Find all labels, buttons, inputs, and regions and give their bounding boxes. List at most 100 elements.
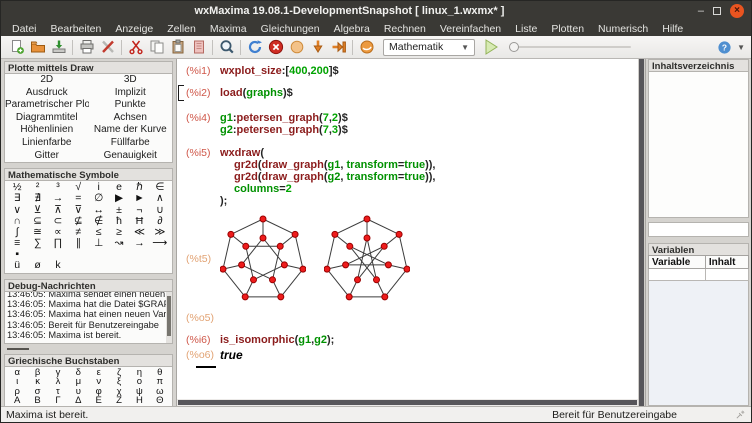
delete-icon[interactable] — [188, 38, 209, 57]
symbol-button[interactable]: ⟶ — [150, 238, 170, 249]
cell-code[interactable]: wxdraw(gr2d(draw_graph(g1, transform=tru… — [220, 147, 435, 207]
paste-icon[interactable] — [167, 38, 188, 57]
worksheet-cell[interactable]: (%o6)true — [186, 349, 638, 361]
play-icon[interactable] — [480, 38, 501, 57]
menu-item-maxima[interactable]: Maxima — [203, 23, 254, 35]
worksheet-cell[interactable]: (%i1)wxplot_size:[400,200]$ — [186, 65, 638, 77]
menu-item-vereinfachen[interactable]: Vereinfachen — [433, 23, 508, 35]
print-icon[interactable] — [76, 38, 97, 57]
draw-button-genauigkeit[interactable]: Genauigkeit — [89, 150, 173, 163]
menu-item-zellen[interactable]: Zellen — [160, 23, 203, 35]
menu-item-plotten[interactable]: Plotten — [544, 23, 591, 35]
history-slider[interactable] — [509, 42, 631, 52]
minimize-button[interactable]: – — [698, 6, 704, 17]
draw-button-2d[interactable]: 2D — [5, 74, 89, 87]
variables-header-inhalt[interactable]: Inhalt — [705, 256, 748, 269]
draw-button-h-henlinien[interactable]: Höhenlinien — [5, 124, 89, 137]
scroll-to-cursor-icon[interactable] — [356, 38, 377, 57]
symbol-button[interactable]: ø — [27, 260, 47, 271]
copy-icon[interactable] — [146, 38, 167, 57]
draw-button-name-der-kurve[interactable]: Name der Kurve — [89, 124, 173, 137]
symbol-button[interactable]: ü — [7, 260, 27, 271]
symbol-button[interactable]: ∧ — [150, 193, 170, 204]
configure-icon[interactable] — [97, 38, 118, 57]
draw-button-implizit[interactable]: Implizit — [89, 87, 173, 100]
worksheet-cell[interactable]: (%o5) — [186, 312, 638, 324]
recalculate-icon[interactable] — [244, 38, 265, 57]
draw-button-linienfarbe[interactable]: Linienfarbe — [5, 137, 89, 150]
horizontal-scrollbar-thumb[interactable] — [178, 400, 637, 405]
draw-button-parametrischer-plot[interactable]: Parametrischer Plot — [5, 99, 89, 112]
draw-button-3d[interactable]: 3D — [89, 74, 173, 87]
follow-icon[interactable] — [307, 38, 328, 57]
worksheet-cell[interactable]: (%i4)g1:petersen_graph(7,2)$g2:petersen_… — [186, 112, 638, 136]
draw-button-punkte[interactable]: Punkte — [89, 99, 173, 112]
horizontal-scrollbar[interactable] — [177, 399, 638, 406]
worksheet[interactable]: (%i1)wxplot_size:[400,200]$ (%i2)load(gra… — [177, 59, 638, 406]
panel-resize-handle[interactable] — [7, 348, 29, 350]
menu-item-hilfe[interactable]: Hilfe — [655, 23, 690, 35]
vertical-scrollbar[interactable] — [638, 59, 645, 406]
symbol-button[interactable]: ∑ — [27, 238, 47, 249]
worksheet-cell[interactable]: (%i2)load(graphs)$ — [186, 87, 638, 99]
petersen-graph-2[interactable] — [324, 211, 410, 306]
cell-code[interactable]: load(graphs)$ — [220, 87, 293, 99]
menu-item-rechnen[interactable]: Rechnen — [377, 23, 433, 35]
menu-item-bearbeiten[interactable]: Bearbeiten — [44, 23, 109, 35]
variables-header-variable[interactable]: Variable — [649, 256, 706, 269]
draw-button-gitter[interactable]: Gitter — [5, 150, 89, 163]
new-document-icon[interactable] — [6, 38, 27, 57]
close-button[interactable]: × — [730, 4, 744, 18]
menu-item-algebra[interactable]: Algebra — [327, 23, 377, 35]
toc-list[interactable] — [648, 71, 749, 218]
menu-item-numerisch[interactable]: Numerisch — [591, 23, 655, 35]
variables-empty-cell[interactable] — [649, 269, 706, 281]
slider-thumb[interactable] — [509, 42, 519, 52]
debug-scrollbar[interactable] — [166, 292, 172, 343]
variables-empty-row[interactable] — [649, 269, 749, 281]
draw-button-achsen[interactable]: Achsen — [89, 112, 173, 125]
worksheet-cell[interactable]: (%i5)wxdraw(gr2d(draw_graph(g1, transfor… — [186, 147, 638, 207]
toolbar-overflow-icon[interactable]: ▼ — [737, 43, 745, 52]
symbol-button[interactable]: ∥ — [68, 238, 88, 249]
cell-code[interactable]: g1:petersen_graph(7,2)$g2:petersen_graph… — [220, 112, 348, 136]
debug-scrollbar-thumb[interactable] — [167, 296, 171, 336]
draw-button-f-llfarbe[interactable]: Füllfarbe — [89, 137, 173, 150]
menu-item-datei[interactable]: Datei — [5, 23, 44, 35]
symbol-button[interactable]: ↝ — [109, 238, 129, 249]
cell-code[interactable]: is_isomorphic(g1,g2); — [220, 334, 334, 346]
worksheet-cell[interactable]: (%i6)is_isomorphic(g1,g2); — [186, 334, 638, 346]
search-icon[interactable] — [216, 38, 237, 57]
symbol-button[interactable]: → — [129, 238, 149, 249]
symbol-button[interactable]: = — [68, 193, 88, 204]
cut-icon[interactable] — [125, 38, 146, 57]
symbol-button[interactable]: ∅ — [89, 193, 109, 204]
save-icon[interactable] — [48, 38, 69, 57]
symbol-button[interactable]: k — [48, 260, 68, 271]
symbol-button[interactable]: ► — [129, 193, 149, 204]
interrupt-icon[interactable] — [286, 38, 307, 57]
menu-item-gleichungen[interactable]: Gleichungen — [254, 23, 327, 35]
symbol-button[interactable]: ⊥ — [89, 238, 109, 249]
variables-empty-cell[interactable] — [705, 269, 748, 281]
open-icon[interactable] — [27, 38, 48, 57]
cell-type-dropdown[interactable]: Mathematik ▼ — [383, 39, 475, 56]
toc-filter-input[interactable] — [648, 222, 749, 237]
stop-icon[interactable] — [265, 38, 286, 57]
vertical-scrollbar-thumb[interactable] — [639, 59, 644, 406]
maximize-button[interactable] — [713, 7, 721, 15]
help-icon[interactable]: ? — [714, 38, 735, 57]
jump-to-input-icon[interactable] — [328, 38, 349, 57]
worksheet-cell[interactable]: (%t5) — [186, 211, 638, 306]
symbol-button[interactable]: ∄ — [27, 193, 47, 204]
draw-button-diagrammtitel[interactable]: Diagrammtitel — [5, 112, 89, 125]
symbol-button[interactable]: ∏ — [48, 238, 68, 249]
menu-item-liste[interactable]: Liste — [508, 23, 544, 35]
draw-button-ausdruck[interactable]: Ausdruck — [5, 87, 89, 100]
cell-code[interactable]: wxplot_size:[400,200]$ — [220, 65, 339, 77]
titlebar[interactable]: wxMaxima 19.08.1-DevelopmentSnapshot [ l… — [1, 1, 751, 21]
symbol-button[interactable]: ▶ — [109, 193, 129, 204]
menu-item-anzeige[interactable]: Anzeige — [108, 23, 160, 35]
symbol-button[interactable]: → — [48, 193, 68, 204]
symbol-button[interactable]: ∃ — [7, 193, 27, 204]
